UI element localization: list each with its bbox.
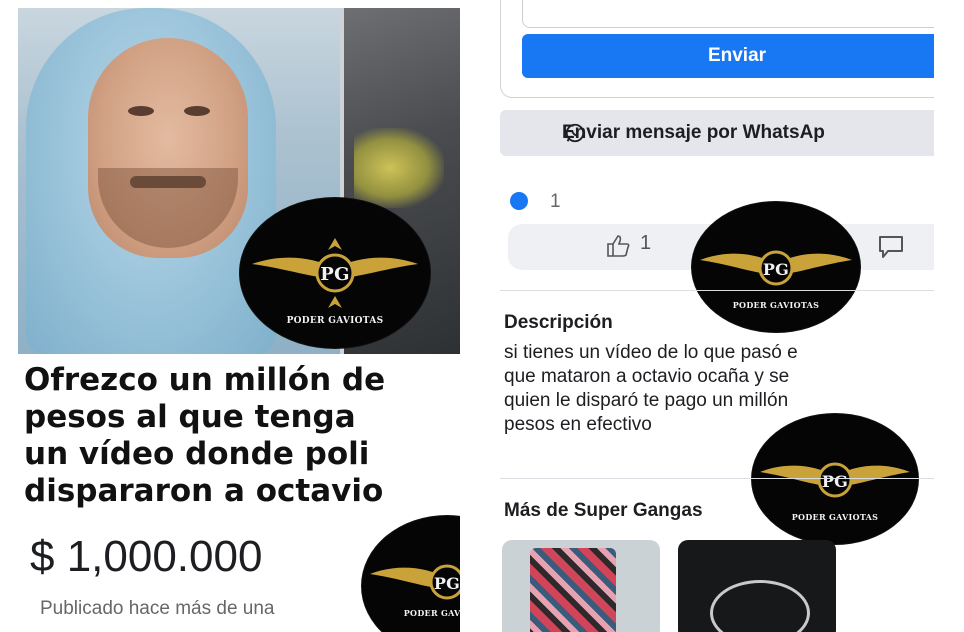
logo-name: PODER GAVIOTAS	[403, 608, 460, 618]
listing-thumbnail-leggings[interactable]	[502, 540, 660, 632]
title-line: un vídeo donde poli	[24, 436, 370, 472]
listing-thumbnail-bracelet[interactable]	[678, 540, 836, 632]
post-title: Ofrezco un millón de pesos al que tenga …	[24, 362, 460, 510]
watermark-logo: PG PODER GAVIOTAS	[752, 414, 918, 544]
car-detail	[354, 128, 444, 208]
like-badge-icon	[510, 192, 528, 210]
divider	[500, 290, 934, 291]
divider	[500, 478, 934, 479]
reaction-count: 1	[550, 191, 561, 212]
left-marketplace-post: PG PODER GAVIOTAS Ofrezco un millón de p…	[0, 0, 460, 632]
right-marketplace-post: Enviar Enviar mensaje por WhatsAp 1 1 PG…	[500, 0, 934, 632]
logo-name: PODER GAVIOTAS	[286, 316, 384, 326]
price: $ 1,000.000	[30, 532, 263, 581]
thumbs-up-icon[interactable]	[604, 232, 632, 260]
title-line: dispararon a octavio	[24, 473, 384, 509]
logo-initials: PG	[821, 472, 849, 491]
logo-name: PODER GAVIOTAS	[791, 512, 879, 522]
title-line: pesos al que tenga	[24, 399, 356, 435]
logo-initials: PG	[762, 260, 790, 279]
more-from-seller-title: Más de Super Gangas	[504, 500, 703, 521]
logo-initials: PG	[433, 574, 460, 593]
logo-name: PODER GAVIOTAS	[732, 300, 820, 310]
logo-initials: PG	[320, 264, 350, 285]
comment-icon[interactable]	[876, 233, 906, 261]
title-line: Ofrezco un millón de	[24, 362, 386, 398]
description-line: quien le disparó te pago un millón	[504, 390, 789, 411]
send-button[interactable]: Enviar	[522, 34, 934, 78]
eye	[128, 106, 154, 116]
watermark-logo: PG PODER GAVIOTAS	[692, 202, 860, 332]
message-input[interactable]	[522, 0, 934, 28]
leggings-image	[530, 548, 616, 632]
description-title: Descripción	[504, 312, 613, 333]
like-count: 1	[640, 232, 652, 254]
bracelet-image	[710, 580, 810, 632]
mustache	[130, 176, 206, 188]
published-time: Publicado hace más de una	[40, 598, 275, 619]
description-line: si tienes un vídeo de lo que pasó e	[504, 342, 798, 363]
description-line: que mataron a octavio ocaña y se	[504, 366, 790, 387]
watermark-logo: PG PODER GAVIOTAS	[362, 516, 460, 632]
whatsapp-icon	[565, 123, 585, 143]
eye	[184, 106, 210, 116]
watermark-logo: PG PODER GAVIOTAS	[240, 198, 430, 348]
